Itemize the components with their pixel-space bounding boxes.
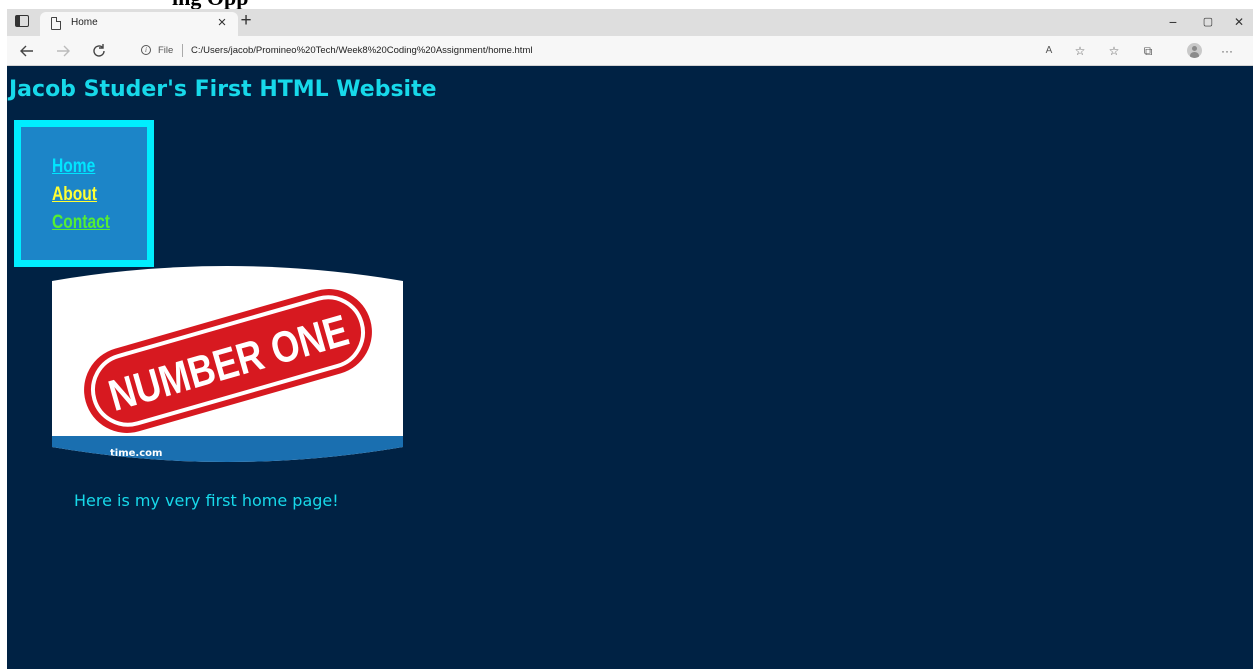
favorites-icon[interactable]: ☆ <box>1105 43 1123 59</box>
refresh-icon[interactable] <box>89 41 109 61</box>
hero-image: NUMBER ONE time.com <box>52 266 403 462</box>
url-field[interactable]: C:/Users/jacob/Promineo%20Tech/Week8%20C… <box>191 44 532 57</box>
new-tab-button[interactable]: + <box>236 10 256 32</box>
minimize-button[interactable]: − <box>1162 12 1184 32</box>
tab-strip: Home × + − ▢ ✕ <box>7 9 1253 36</box>
info-icon[interactable]: i <box>141 45 151 55</box>
close-window-button[interactable]: ✕ <box>1228 12 1250 32</box>
read-aloud-icon[interactable]: A <box>1040 43 1058 59</box>
file-label: File <box>158 45 174 56</box>
tab-title: Home <box>71 17 98 28</box>
nav-link-about[interactable]: About <box>52 184 97 206</box>
tagline: Here is my very first home page! <box>74 491 339 510</box>
back-arrow-icon[interactable] <box>17 41 37 61</box>
page-viewport: Jacob Studer's First HTML Website Home A… <box>7 66 1253 669</box>
profile-icon[interactable] <box>1187 43 1202 58</box>
browser-window: Home × + − ▢ ✕ i File C:/Users/jacob/Pro… <box>7 9 1253 669</box>
address-separator <box>182 44 183 57</box>
tab-home[interactable]: Home × <box>40 12 238 36</box>
collections-icon[interactable]: ⧉ <box>1139 43 1157 59</box>
nav-box: Home About Contact <box>14 120 154 267</box>
watermark-text: time.com <box>110 448 162 459</box>
site-title: Jacob Studer's First HTML Website <box>9 77 437 102</box>
address-bar: i File C:/Users/jacob/Promineo%20Tech/We… <box>7 36 1253 66</box>
restore-button[interactable]: ▢ <box>1197 12 1219 32</box>
nav-link-home[interactable]: Home <box>52 156 95 178</box>
more-icon[interactable]: ··· <box>1218 43 1236 59</box>
page-icon <box>51 17 61 30</box>
nav-link-contact[interactable]: Contact <box>52 212 110 234</box>
forward-arrow-icon[interactable] <box>53 41 73 61</box>
tab-close-button[interactable]: × <box>214 14 230 32</box>
tab-actions-icon[interactable] <box>15 15 29 27</box>
add-favorite-icon[interactable]: ☆ <box>1071 43 1089 59</box>
